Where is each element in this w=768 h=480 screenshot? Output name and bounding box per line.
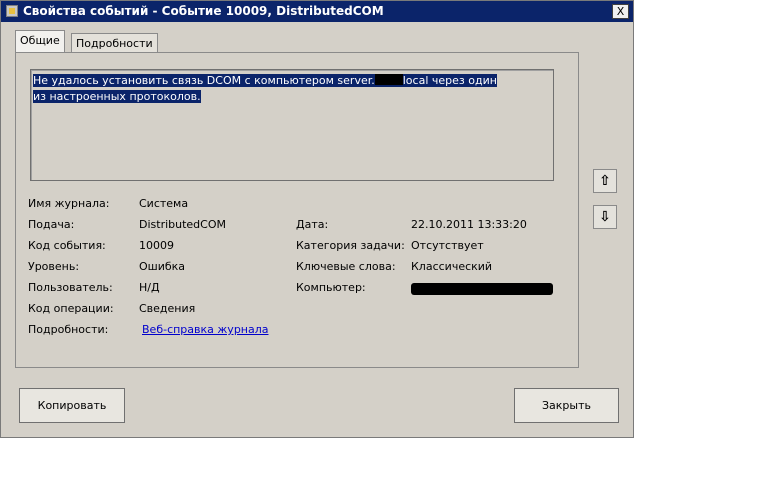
value-level: Ошибка (139, 260, 186, 273)
label-task-category: Категория задачи: (296, 239, 405, 252)
label-level: Уровень: (28, 260, 80, 273)
value-user: Н/Д (139, 281, 160, 294)
window-title: Свойства событий - Событие 10009, Distri… (23, 4, 384, 18)
previous-event-button[interactable]: ⇧ (593, 169, 617, 193)
event-properties-window: Свойства событий - Событие 10009, Distri… (0, 0, 634, 438)
event-log-online-help-link[interactable]: Веб-справка журнала (142, 323, 269, 336)
label-date: Дата: (296, 218, 329, 231)
redacted-computer-name (411, 283, 553, 295)
label-user: Пользователь: (28, 281, 113, 294)
value-log-name: Система (139, 197, 189, 210)
label-log-name: Имя журнала: (28, 197, 110, 210)
label-event-id: Код события: (28, 239, 106, 252)
tab-details[interactable]: Подробности (71, 33, 158, 53)
value-task-category: Отсутствует (411, 239, 484, 252)
value-opcode: Сведения (139, 302, 196, 315)
label-computer: Компьютер: (296, 281, 366, 294)
event-description-text: Не удалось установить связь DCOM с компь… (33, 73, 503, 105)
close-window-button[interactable]: X (612, 4, 629, 19)
value-date: 22.10.2011 13:33:20 (411, 218, 527, 231)
label-more-info: Подробности: (28, 323, 109, 336)
app-icon (6, 5, 18, 17)
value-source: DistributedCOM (139, 218, 226, 231)
redacted-hostname (374, 74, 403, 85)
copy-button[interactable]: Копировать (19, 388, 125, 423)
label-keywords: Ключевые слова: (296, 260, 396, 273)
close-button[interactable]: Закрыть (514, 388, 619, 423)
description-part-1: Не удалось установить связь DCOM с компь… (33, 74, 375, 87)
event-description-box[interactable]: Не удалось установить связь DCOM с компь… (30, 69, 554, 181)
tab-general[interactable]: Общие (15, 30, 65, 53)
value-keywords: Классический (411, 260, 493, 273)
value-event-id: 10009 (139, 239, 174, 252)
title-bar[interactable]: Свойства событий - Событие 10009, Distri… (1, 1, 633, 22)
next-event-button[interactable]: ⇩ (593, 205, 617, 229)
label-opcode: Код операции: (28, 302, 114, 315)
label-source: Подача: (28, 218, 75, 231)
